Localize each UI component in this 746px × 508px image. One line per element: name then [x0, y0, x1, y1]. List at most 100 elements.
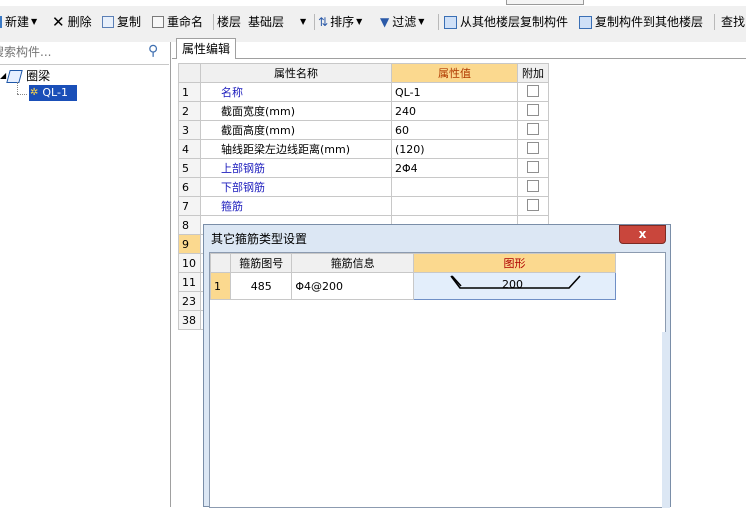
attach-checkbox[interactable] — [527, 179, 539, 192]
attach-checkbox-cell — [517, 177, 549, 197]
toolbar-top-box — [506, 0, 584, 5]
row-number: 6 — [178, 177, 201, 197]
attach-checkbox[interactable] — [527, 84, 539, 97]
table-row[interactable]: 6 下部钢筋 — [178, 177, 549, 197]
folder-icon — [6, 69, 23, 83]
rename-button[interactable]: 重命名 — [152, 12, 203, 32]
toolbar-separator — [314, 14, 315, 30]
floor-select[interactable]: 基础层 ▼ — [248, 12, 312, 32]
copy-button[interactable]: 复制 — [102, 12, 141, 32]
property-name-cell: 名称 — [200, 82, 392, 102]
copy-to-floor-icon — [579, 15, 592, 29]
stirrup-shape-cell[interactable]: 200 — [412, 272, 617, 300]
tab-underline — [172, 58, 746, 59]
chevron-down-icon: ▼ — [418, 17, 425, 26]
property-value-cell[interactable]: 60 — [391, 120, 518, 140]
filter-icon: ▼ — [380, 15, 390, 29]
new-button[interactable]: 新建 ▼ — [0, 12, 37, 32]
property-name-cell: 轴线距梁左边线距离(mm) — [200, 139, 392, 159]
search-box: ⚲ — [0, 42, 169, 65]
stirrup-info-cell[interactable]: Φ4@200 — [291, 272, 414, 300]
property-value-cell[interactable]: 2Φ4 — [391, 158, 518, 178]
stirrup-id-cell[interactable]: 485 — [230, 272, 293, 300]
row-number: 38 — [178, 310, 201, 330]
copy-from-floor-button[interactable]: 从其他楼层复制构件 — [444, 12, 568, 32]
attach-checkbox[interactable] — [527, 160, 539, 173]
copy-to-floor-button[interactable]: 复制构件到其他楼层 — [579, 12, 703, 32]
tree-group-node[interactable]: ◢ 圈梁 — [0, 68, 50, 84]
sort-button[interactable]: ⇅ 排序 ▼ — [318, 12, 362, 32]
copy-icon — [102, 16, 114, 28]
gear-icon: ✲ — [30, 87, 39, 98]
tree-connector — [17, 82, 19, 94]
dialog-title: 其它箍筋类型设置 — [211, 232, 308, 246]
row-number: 8 — [178, 215, 201, 235]
property-value-cell[interactable]: 240 — [391, 101, 518, 121]
property-name-cell: 截面高度(mm) — [200, 120, 392, 140]
toolbar-top-strip — [0, 0, 746, 6]
property-name-cell: 截面宽度(mm) — [200, 101, 392, 121]
corner-cell — [209, 253, 232, 273]
attach-checkbox[interactable] — [527, 141, 539, 154]
attach-checkbox[interactable] — [527, 103, 539, 116]
table-row[interactable]: 1 名称 QL-1 — [178, 82, 549, 102]
search-icon[interactable]: ⚲ — [148, 43, 158, 59]
table-row[interactable]: 4 轴线距梁左边线距离(mm) (120) — [178, 139, 549, 159]
row-number: 3 — [178, 120, 201, 140]
attach-checkbox[interactable] — [527, 122, 539, 135]
row-number: 4 — [178, 139, 201, 159]
row-number: 1 — [209, 272, 232, 300]
attach-checkbox[interactable] — [527, 198, 539, 211]
stirrup-table: 箍筋图号 箍筋信息 图形 1 485 Φ4@200 200 — [209, 253, 617, 300]
close-button[interactable]: x — [619, 225, 666, 244]
property-name-cell: 箍筋 — [200, 196, 392, 216]
attach-checkbox-cell — [517, 139, 549, 159]
column-header-shape: 图形 — [412, 253, 617, 273]
row-number: 23 — [178, 291, 201, 311]
column-header-info: 箍筋信息 — [291, 253, 414, 273]
table-header-row: 箍筋图号 箍筋信息 图形 — [209, 253, 617, 273]
table-row[interactable]: 1 485 Φ4@200 200 — [209, 272, 617, 300]
scrollbar[interactable] — [662, 332, 670, 508]
tab-property-edit[interactable]: 属性编辑 — [176, 38, 236, 59]
tree-connector — [17, 94, 27, 96]
property-value-cell[interactable] — [391, 196, 518, 216]
row-number: 1 — [178, 82, 201, 102]
toolbar-separator — [213, 14, 214, 30]
component-tree-pane: ⚲ ◢ 圈梁 ✲ QL-1 — [0, 42, 171, 507]
attach-checkbox-cell — [517, 158, 549, 178]
property-name-cell: 下部钢筋 — [200, 177, 392, 197]
column-header-value: 属性值 — [391, 63, 518, 83]
delete-icon: ✕ — [52, 13, 65, 31]
row-number: 9 — [178, 234, 201, 254]
tree-item-ql-1[interactable]: ✲ QL-1 — [29, 85, 77, 101]
corner-cell — [178, 63, 201, 83]
rename-icon — [152, 16, 164, 28]
property-value-cell[interactable]: QL-1 — [391, 82, 518, 102]
attach-checkbox-cell — [517, 82, 549, 102]
toolbar: 新建 ▼ ✕ 删除 复制 重命名 楼层 基础层 ▼ ⇅ 排序 ▼ ▼ 过滤 ▼ 从其他… — [0, 0, 746, 42]
close-icon: x — [638, 227, 647, 241]
other-stirrup-dialog: 其它箍筋类型设置 x 箍筋图号 箍筋信息 图形 1 485 Φ4@200 200 — [203, 224, 671, 508]
attach-checkbox-cell — [517, 120, 549, 140]
attach-checkbox-cell — [517, 101, 549, 121]
sort-icon: ⇅ — [318, 15, 329, 29]
find-button[interactable]: 查找 — [721, 12, 745, 32]
table-row[interactable]: 5 上部钢筋 2Φ4 — [178, 158, 549, 178]
table-row[interactable]: 7 箍筋 — [178, 196, 549, 216]
toolbar-separator — [714, 14, 715, 30]
chevron-down-icon: ▼ — [31, 17, 38, 26]
property-name-cell: 上部钢筋 — [200, 158, 392, 178]
new-icon — [0, 16, 2, 28]
property-value-cell[interactable]: (120) — [391, 139, 518, 159]
tree-collapse-icon[interactable]: ◢ — [0, 68, 6, 84]
search-input[interactable] — [0, 44, 134, 60]
property-value-cell[interactable] — [391, 177, 518, 197]
table-row[interactable]: 2 截面宽度(mm) 240 — [178, 101, 549, 121]
row-number: 2 — [178, 101, 201, 121]
delete-button[interactable]: ✕ 删除 — [52, 12, 92, 32]
column-header-name: 属性名称 — [200, 63, 392, 83]
table-row[interactable]: 3 截面高度(mm) 60 — [178, 120, 549, 140]
column-header-extra: 附加 — [517, 63, 549, 83]
filter-button[interactable]: ▼ 过滤 ▼ — [380, 12, 424, 32]
